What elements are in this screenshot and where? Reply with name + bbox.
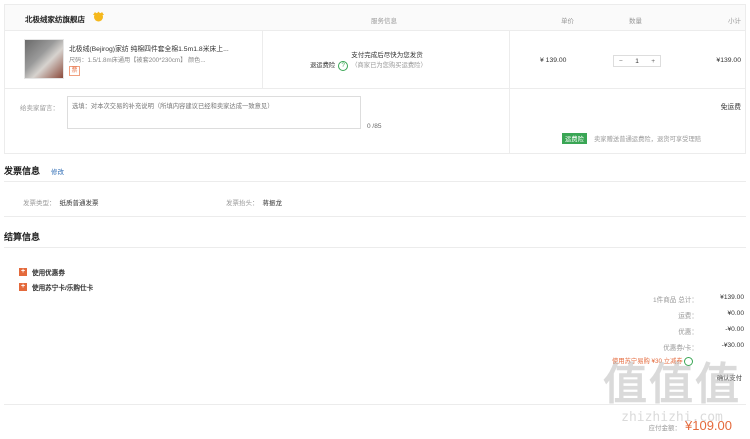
product-thumbnail[interactable] (24, 39, 64, 79)
insurance-label[interactable]: 退运费险 (310, 62, 335, 69)
invoice-type: 发票类型： 纸质普通发票 (23, 197, 99, 207)
message-label: 给卖家留言： (20, 105, 59, 112)
item-subtotal: ¥139.00 (716, 57, 741, 64)
summary-value: -¥0.00 (725, 326, 744, 333)
quantity-value[interactable]: 1 (635, 58, 639, 65)
divider (262, 31, 263, 88)
invoice-type-label: 发票类型： (23, 200, 56, 207)
column-subtotal: 小计 (728, 18, 741, 25)
plus-icon: + (19, 283, 27, 291)
use-coupon-toggle[interactable]: + 使用优惠券 (19, 267, 65, 277)
plus-icon: + (19, 268, 27, 276)
product-spec: 尺码：1.5/1.8m床通用【被套200*230cm】 颜色... (69, 57, 206, 64)
summary-label: 运费： (678, 313, 698, 320)
summary-value: ¥0.00 (727, 310, 744, 317)
use-card-label: 使用苏宁卡/乐购仕卡 (32, 285, 94, 292)
order-header: 北极绒家纺旗舰店 服务信息 单价 数量 小计 (5, 5, 745, 31)
insurance-info: 退运费险? （商家已为您购买运费险） (310, 60, 427, 71)
summary-label: 优惠： (678, 329, 698, 336)
insurance-note: （商家已为您购买运费险） (351, 62, 427, 69)
summary-label: 优惠券/卡： (663, 345, 698, 352)
invoice-header: 发票抬头： 蒋振龙 (226, 197, 282, 207)
summary-label: 1件商品 总计： (652, 297, 698, 304)
use-coupon-label: 使用优惠券 (32, 270, 65, 277)
order-item-row: 北极绒(Bejirog)家纺 纯棉四件套全棉1.5m1.8米床上... 尺码：1… (5, 31, 745, 89)
message-char-count: 0 /85 (367, 123, 382, 130)
quantity-plus-button[interactable]: + (651, 58, 655, 65)
column-unit-price: 单价 (561, 18, 574, 25)
shipping-insurance-badge: 运费险 (562, 133, 587, 144)
column-service: 服务信息 (371, 18, 397, 25)
message-row: 给卖家留言： 0 /85 免运费 运费险 卖家赠送普通运费险，退货可享受理赔 (5, 89, 745, 153)
payable-label: 应付金额： (648, 425, 682, 432)
invoice-header-value: 蒋振龙 (262, 200, 283, 207)
summary-value: -¥30.00 (721, 342, 744, 349)
summary-row-discount: 优惠： -¥0.00 (544, 326, 744, 336)
unit-price: ¥ 139.00 (540, 57, 567, 64)
order-panel: 北极绒家纺旗舰店 服务信息 单价 数量 小计 北极绒(Bejirog)家纺 纯棉… (4, 4, 746, 154)
settlement-section-title: 结算信息 (4, 232, 41, 242)
shipping-insurance-note: 卖家赠送普通运费险，退货可享受理赔 (594, 136, 702, 143)
summary-row-total: 1件商品 总计： ¥139.00 (544, 294, 744, 304)
service-shipping-note: 支付完成后尽快为您发货 (351, 52, 423, 59)
invoice-section-title: 发票信息 (4, 166, 41, 176)
summary-row-coupon: 优惠券/卡： -¥30.00 (544, 342, 744, 352)
divider (509, 89, 510, 153)
free-shipping-label: 免运费 (720, 104, 741, 111)
invoice-header-label: 发票抬头： (226, 200, 259, 207)
column-quantity: 数量 (629, 18, 642, 25)
summary-value: ¥139.00 (720, 294, 744, 301)
summary-row-shipping: 运费： ¥0.00 (544, 310, 744, 320)
invoice-edit-link[interactable]: 修改 (51, 166, 64, 176)
invoice-mark-icon: 票 (69, 66, 80, 76)
payable-total: 应付金额： ¥109.00 (649, 418, 733, 433)
watermark-logo: 值值值 (603, 359, 741, 410)
invoice-panel: 发票类型： 纸质普通发票 发票抬头： 蒋振龙 (4, 181, 746, 217)
product-title[interactable]: 北极绒(Bejirog)家纺 纯棉四件套全棉1.5m1.8米床上... (69, 43, 259, 53)
question-icon[interactable]: ? (338, 61, 349, 71)
payable-amount: ¥109.00 (685, 418, 732, 433)
watermark: 值值值 zhizhizhi.com (602, 359, 742, 426)
shop-name[interactable]: 北极绒家纺旗舰店 (25, 14, 85, 25)
quantity-minus-button[interactable]: − (619, 58, 623, 65)
shop-badge-icon (93, 11, 104, 22)
invoice-type-value: 纸质普通发票 (59, 200, 99, 207)
quantity-stepper: − 1 + (613, 55, 661, 67)
seller-message-input[interactable] (67, 96, 361, 129)
divider (509, 31, 510, 88)
use-card-toggle[interactable]: + 使用苏宁卡/乐购仕卡 (19, 282, 93, 292)
